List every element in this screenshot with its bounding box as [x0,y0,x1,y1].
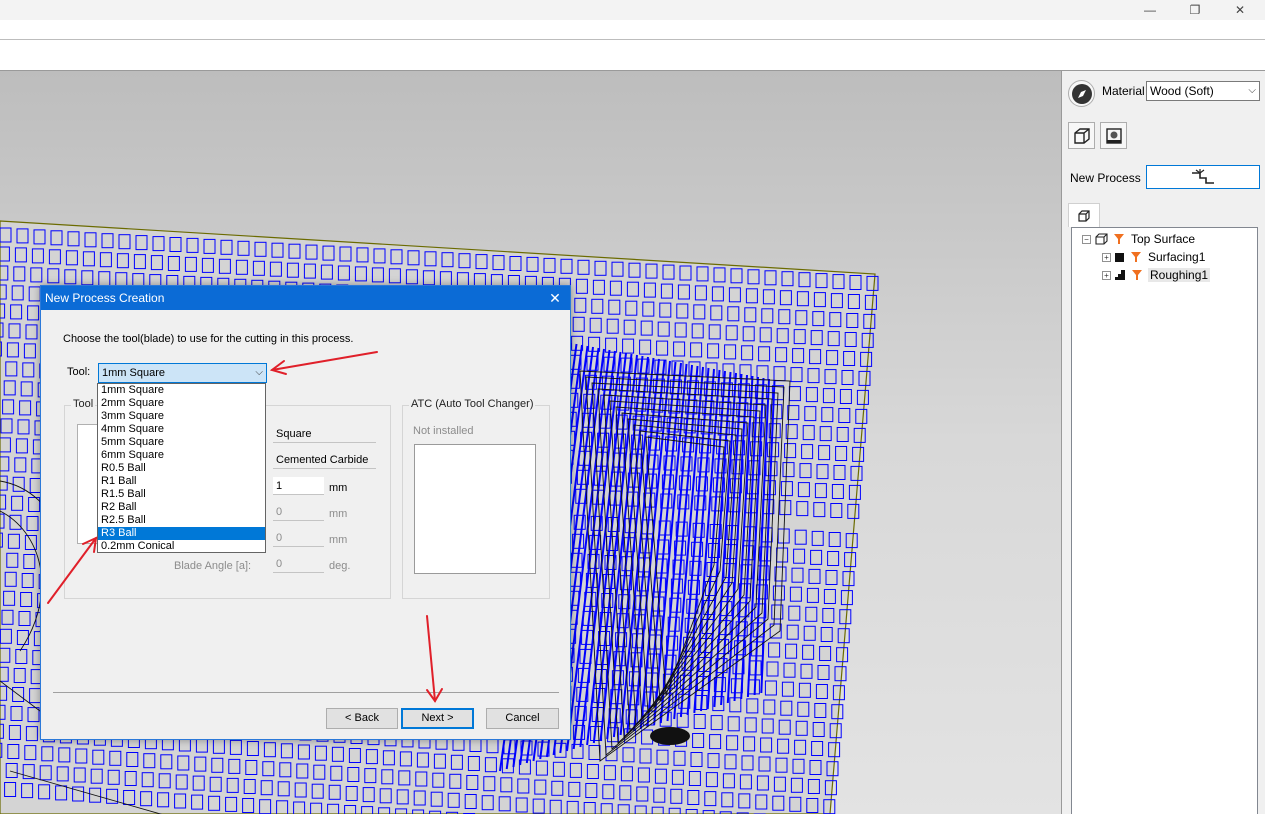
atc-group: ATC (Auto Tool Changer) Not installed [402,398,550,599]
new-process-label: New Process [1070,171,1141,185]
tool-option[interactable]: R2.5 Ball [98,514,265,527]
blade-angle-input[interactable]: 0 [273,555,324,573]
close-window-button[interactable]: ✕ [1220,0,1260,20]
material-value: Wood (Soft) [1150,84,1214,98]
tool-option[interactable]: R0.5 Ball [98,462,265,475]
tool-option[interactable]: 6mm Square [98,449,265,462]
tree-item-label: Top Surface [1131,232,1196,246]
dialog-title-bar: New Process Creation ✕ [41,286,570,310]
tree-item-label: Surfacing1 [1148,250,1206,264]
toolbar [0,40,1265,71]
diameter-input[interactable]: 1 [273,477,324,495]
mill-tool-icon [1132,270,1142,280]
diameter-unit: mm [329,482,348,494]
dialog-close-icon[interactable]: ✕ [544,288,566,308]
param-3-unit: mm [329,534,348,546]
model-view-button[interactable] [1068,122,1095,149]
minimize-button[interactable]: — [1130,0,1170,20]
collapse-icon[interactable]: − [1082,234,1091,244]
tool-option[interactable]: 2mm Square [98,397,265,410]
block-icon [1105,127,1122,144]
right-panel: Material Wood (Soft) ⌵ New Process − Top… [1062,71,1265,814]
atc-list [414,444,536,574]
maximize-button[interactable]: ❐ [1175,0,1215,20]
cancel-button[interactable]: Cancel [486,708,559,729]
dialog-divider [53,692,559,693]
tree-item-roughing[interactable]: + Roughing1 [1102,266,1211,284]
param-2-unit: mm [329,508,348,520]
tree-item-label: Roughing1 [1148,268,1211,282]
layers-icon [1078,209,1090,222]
mill-tool-icon [1131,252,1141,262]
surfacing-icon [1115,252,1124,262]
tool-option[interactable]: R1.5 Ball [98,488,265,501]
tool-option[interactable]: 3mm Square [98,410,265,423]
tree-item-surfacing[interactable]: + Surfacing1 [1102,248,1205,266]
layers-icon [1095,233,1108,245]
atc-status: Not installed [413,425,474,437]
material-compass-button[interactable] [1068,80,1095,107]
tool-option[interactable]: R2 Ball [98,501,265,514]
tab-process-tree[interactable] [1068,203,1100,227]
expand-icon[interactable]: + [1102,252,1111,262]
atc-group-label: ATC (Auto Tool Changer) [409,398,536,410]
dialog-title: New Process Creation [45,291,165,305]
menu-bar [0,20,1265,40]
tree-item-top-surface[interactable]: − Top Surface [1082,230,1195,248]
new-process-button[interactable] [1146,165,1260,189]
blade-angle-unit: deg. [329,560,351,572]
blade-angle-label: Blade Angle [a]: [174,560,252,572]
param-2-input[interactable]: 0 [273,503,324,521]
tool-option[interactable]: 5mm Square [98,436,265,449]
tool-select[interactable]: 1mm Square ⌵ [98,363,267,383]
toolpath-step-icon [1192,169,1214,184]
tool-material-field: Cemented Carbide [273,451,376,469]
chevron-down-icon: ⌵ [1248,85,1256,96]
cube-icon [1073,127,1090,144]
back-button[interactable]: < Back [326,708,398,729]
compass-icon [1071,83,1092,104]
material-select[interactable]: Wood (Soft) ⌵ [1146,81,1260,101]
instruction-text: Choose the tool(blade) to use for the cu… [63,333,354,345]
tool-option[interactable]: R1 Ball [98,475,265,488]
chevron-down-icon: ⌵ [255,367,263,378]
material-view-button[interactable] [1100,122,1127,149]
tool-option[interactable]: R3 Ball [98,527,265,540]
next-button[interactable]: Next > [401,708,474,729]
material-label: Material [1102,84,1145,98]
tool-option[interactable]: 0.2mm Conical [98,540,265,553]
process-tree[interactable]: − Top Surface + Surfacing1 + Roughing1 [1071,227,1258,814]
window-title-bar: — ❐ ✕ [0,0,1265,20]
tool-label: Tool: [67,366,91,378]
tool-dropdown-list[interactable]: 1mm Square 2mm Square 3mm Square 4mm Square… [97,383,266,553]
tool-group-label: Tool [71,398,96,410]
mill-tool-icon [1114,234,1124,244]
tool-option[interactable]: 1mm Square [98,384,265,397]
shape-field: Square [273,425,376,443]
roughing-icon [1115,270,1125,280]
param-3-input[interactable]: 0 [273,529,324,547]
expand-icon[interactable]: + [1102,270,1111,280]
tool-option[interactable]: 4mm Square [98,423,265,436]
tool-selected-value: 1mm Square [102,367,165,379]
